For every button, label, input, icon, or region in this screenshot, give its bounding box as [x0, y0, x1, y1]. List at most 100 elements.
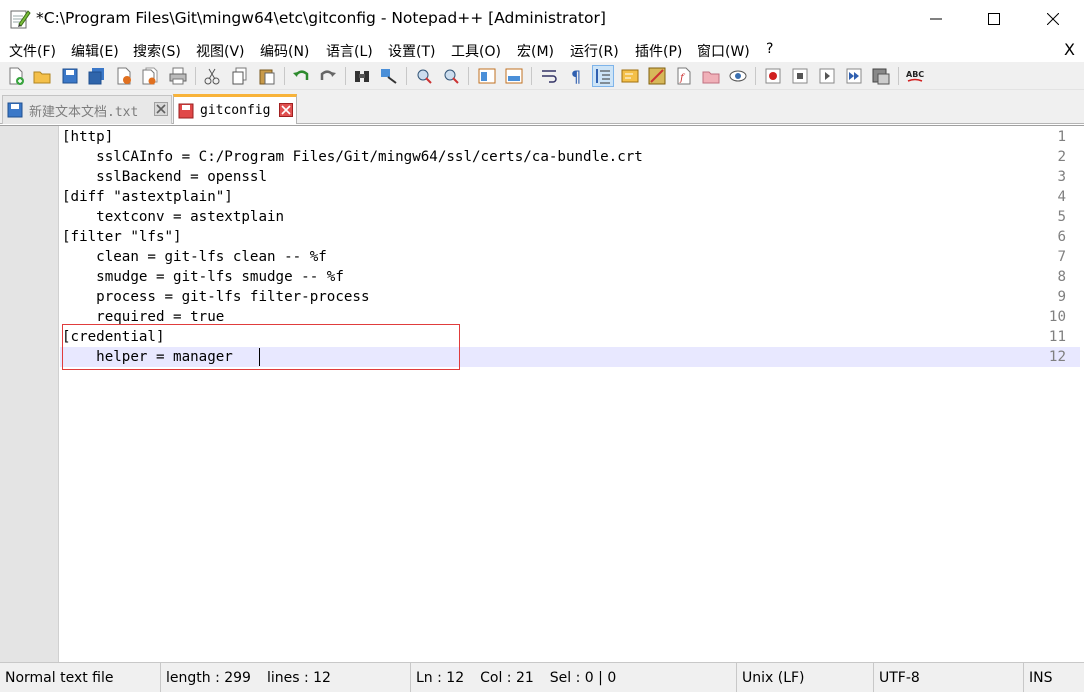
line-number: 4 [1057, 189, 1066, 205]
find-button[interactable] [351, 65, 373, 87]
code-line: clean = git-lfs clean -- %f [62, 249, 327, 265]
play-macro-button[interactable] [816, 65, 838, 87]
monitoring-button[interactable] [727, 65, 749, 87]
stop-macro-button[interactable] [789, 65, 811, 87]
tab-close-button[interactable] [154, 102, 168, 116]
menu-file[interactable]: 文件(F) [8, 41, 57, 61]
doc-map-icon [648, 67, 666, 85]
binoculars-icon [355, 71, 369, 82]
sync-vertical-button[interactable] [476, 65, 498, 87]
status-bar: Normal text file length : 299 lines : 12… [0, 662, 1084, 692]
record-macro-button[interactable] [762, 65, 784, 87]
show-all-chars-button[interactable]: ¶ [565, 65, 587, 87]
redo-icon [320, 70, 336, 80]
sync-horizontal-button[interactable] [503, 65, 525, 87]
minimize-icon [930, 18, 942, 20]
line-number: 11 [1048, 329, 1066, 345]
indent-guide-button[interactable] [592, 65, 614, 87]
zoom-out-button[interactable] [440, 65, 462, 87]
zoom-in-icon [417, 69, 432, 84]
menu-bar: 文件(F) 编辑(E) 搜索(S) 视图(V) 编码(N) 语言(L) 设置(T… [0, 38, 1084, 62]
save-macro-icon [872, 68, 890, 85]
minimize-button[interactable] [907, 0, 965, 38]
line-number: 6 [1057, 229, 1066, 245]
redo-button[interactable] [317, 65, 339, 87]
spell-check-button[interactable]: ABC [904, 65, 926, 87]
line-number: 5 [1057, 209, 1066, 225]
zoom-in-button[interactable] [413, 65, 435, 87]
window-title: *C:\Program Files\Git\mingw64\etc\gitcon… [36, 9, 606, 27]
svg-text:¶: ¶ [571, 67, 581, 85]
undo-button[interactable] [290, 65, 312, 87]
maximize-button[interactable] [965, 0, 1023, 38]
save-icon [62, 68, 78, 84]
save-all-icon [88, 68, 104, 85]
print-icon [169, 67, 187, 85]
tab-new-text-document[interactable]: 新建文本文档.txt [2, 95, 172, 124]
menu-tools[interactable]: 工具(O) [450, 41, 502, 61]
title-bar: *C:\Program Files\Git\mingw64\etc\gitcon… [0, 0, 1084, 38]
menu-settings[interactable]: 设置(T) [387, 41, 436, 61]
save-macro-button[interactable] [870, 65, 892, 87]
editor[interactable]: 1 2 3 4 5 6 7 8 9 10 11 12 [http] sslCAI… [0, 125, 1084, 662]
menu-edit[interactable]: 编辑(E) [70, 41, 120, 61]
open-file-button[interactable] [31, 65, 53, 87]
code-line: sslBackend = openssl [62, 169, 267, 185]
copy-button[interactable] [229, 65, 251, 87]
sync-vertical-icon [478, 68, 496, 84]
new-file-icon [9, 67, 24, 85]
menu-macro[interactable]: 宏(M) [516, 41, 555, 61]
user-language-button[interactable] [619, 65, 641, 87]
paste-button[interactable] [256, 65, 278, 87]
close-button[interactable] [113, 65, 135, 87]
close-icon [279, 103, 293, 117]
status-eol[interactable]: Unix (LF) [737, 663, 874, 692]
menu-search[interactable]: 搜索(S) [132, 41, 182, 61]
print-button[interactable] [167, 65, 189, 87]
status-encoding[interactable]: UTF-8 [874, 663, 1024, 692]
status-position: Ln : 12 Col : 21 Sel : 0 | 0 [411, 663, 737, 692]
close-document-button[interactable]: X [1064, 40, 1075, 59]
close-all-icon [142, 67, 158, 85]
word-wrap-button[interactable] [538, 65, 560, 87]
cut-icon [204, 68, 220, 85]
unsaved-file-icon [178, 103, 194, 118]
menu-language[interactable]: 语言(L) [325, 41, 374, 61]
doc-map-button[interactable] [646, 65, 668, 87]
new-file-button[interactable] [5, 65, 27, 87]
folder-workspace-button[interactable] [700, 65, 722, 87]
tab-gitconfig[interactable]: gitconfig [173, 94, 297, 124]
menu-window[interactable]: 窗口(W) [696, 41, 751, 61]
status-ln: Ln : 12 [416, 670, 465, 686]
toolbar: ¶ f ABC [0, 62, 1084, 90]
code-line: smudge = git-lfs smudge -- %f [62, 269, 344, 285]
close-file-icon [117, 67, 131, 85]
menu-encoding[interactable]: 编码(N) [259, 41, 310, 61]
save-button[interactable] [59, 65, 81, 87]
code-line: sslCAInfo = C:/Program Files/Git/mingw64… [62, 149, 643, 165]
menu-plugins[interactable]: 插件(P) [634, 41, 683, 61]
function-list-button[interactable]: f [673, 65, 695, 87]
cut-button[interactable] [201, 65, 223, 87]
tab-close-button[interactable] [279, 103, 293, 117]
save-all-button[interactable] [86, 65, 108, 87]
replace-button[interactable] [378, 65, 400, 87]
status-lines: lines : 12 [266, 670, 331, 686]
code-line: process = git-lfs filter-process [62, 289, 370, 305]
close-all-button[interactable] [139, 65, 161, 87]
open-folder-icon [33, 71, 51, 84]
eye-icon [729, 70, 747, 82]
status-insert-mode[interactable]: INS [1024, 663, 1084, 692]
status-sel: Sel : 0 | 0 [549, 670, 617, 686]
run-macro-multiple-button[interactable] [843, 65, 865, 87]
indent-guide-icon [596, 69, 610, 84]
menu-view[interactable]: 视图(V) [195, 41, 246, 61]
record-icon [765, 68, 781, 84]
function-list-icon: f [677, 67, 691, 85]
line-number: 7 [1057, 249, 1066, 265]
close-window-button[interactable] [1024, 0, 1082, 38]
maximize-icon [988, 13, 1000, 25]
menu-help[interactable]: ? [765, 41, 774, 57]
user-language-icon [621, 69, 639, 83]
menu-run[interactable]: 运行(R) [569, 41, 620, 61]
